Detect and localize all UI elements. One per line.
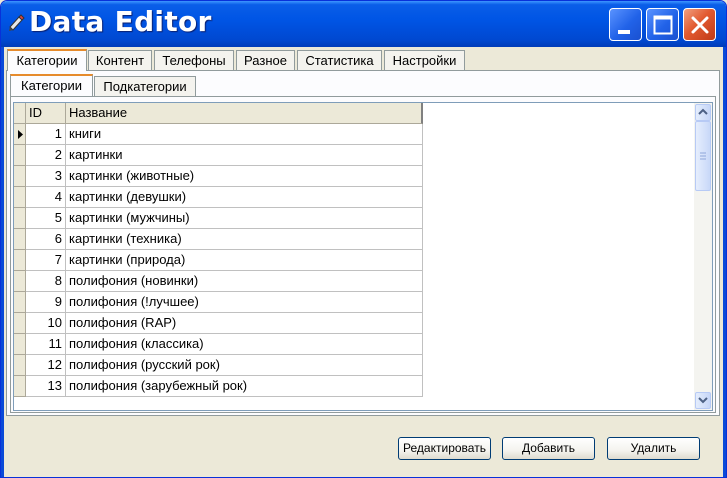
maximize-icon xyxy=(653,15,673,35)
row-selector[interactable] xyxy=(14,124,26,145)
row-selector[interactable] xyxy=(14,229,26,250)
app-icon xyxy=(9,14,25,31)
cell-id[interactable]: 12 xyxy=(26,355,66,376)
cell-id[interactable]: 6 xyxy=(26,229,66,250)
subtab-label: Категории xyxy=(21,78,82,93)
tab-categories[interactable]: Категории xyxy=(7,49,87,71)
close-icon xyxy=(691,16,709,34)
tab-label: Телефоны xyxy=(162,53,226,68)
maximize-button[interactable] xyxy=(646,8,679,41)
cell-name[interactable]: картинки (техника) xyxy=(66,229,423,250)
vertical-scrollbar[interactable] xyxy=(694,103,712,410)
table-row[interactable]: 12 полифония (русский рок) xyxy=(14,355,423,376)
current-row-icon xyxy=(18,130,23,139)
cell-id[interactable]: 2 xyxy=(26,145,66,166)
table-row[interactable]: 10 полифония (RAP) xyxy=(14,313,423,334)
cell-id[interactable]: 11 xyxy=(26,334,66,355)
cell-name[interactable]: полифония (классика) xyxy=(66,334,423,355)
categories-grid[interactable]: ID Название 1 книги 2 картинки 3 картинки (жи… xyxy=(13,102,713,411)
table-row[interactable]: 7 картинки (природа) xyxy=(14,250,423,271)
row-selector[interactable] xyxy=(14,313,26,334)
row-selector[interactable] xyxy=(14,376,26,397)
grid-body: ID Название 1 книги 2 картинки 3 картинки (жи… xyxy=(14,103,423,398)
row-selector[interactable] xyxy=(14,355,26,376)
table-row[interactable]: 5 картинки (мужчины) xyxy=(14,208,423,229)
cell-id[interactable]: 4 xyxy=(26,187,66,208)
cell-id[interactable]: 8 xyxy=(26,271,66,292)
subtab-categories[interactable]: Категории xyxy=(10,74,93,96)
table-row[interactable]: 2 картинки xyxy=(14,145,423,166)
cell-name[interactable]: книги xyxy=(66,124,423,145)
data-editor-window: Data Editor Категории Контент Телефоны Р… xyxy=(0,0,727,478)
cell-name[interactable]: полифония (!лучшее) xyxy=(66,292,423,313)
scroll-up-button[interactable] xyxy=(695,104,711,121)
table-row[interactable]: 11 полифония (классика) xyxy=(14,334,423,355)
window-title: Data Editor xyxy=(29,5,212,38)
title-bar[interactable]: Data Editor xyxy=(1,1,726,47)
row-selector[interactable] xyxy=(14,292,26,313)
cell-name[interactable]: картинки (мужчины) xyxy=(66,208,423,229)
row-selector[interactable] xyxy=(14,187,26,208)
row-selector[interactable] xyxy=(14,271,26,292)
grip-icon xyxy=(700,152,706,160)
tab-phones[interactable]: Телефоны xyxy=(154,50,234,71)
row-selector[interactable] xyxy=(14,208,26,229)
tab-label: Контент xyxy=(95,53,145,68)
cell-name[interactable]: картинки (животные) xyxy=(66,166,423,187)
table-row[interactable]: 1 книги xyxy=(14,124,423,145)
table-row[interactable]: 3 картинки (животные) xyxy=(14,166,423,187)
minimize-icon xyxy=(618,30,630,34)
scroll-down-button[interactable] xyxy=(695,392,711,409)
chevron-down-icon xyxy=(698,397,708,404)
column-header-id[interactable]: ID xyxy=(26,103,66,124)
cell-id[interactable]: 9 xyxy=(26,292,66,313)
tab-label: Статистика xyxy=(305,53,374,68)
table-row[interactable]: 13 полифония (зарубежный рок) xyxy=(14,376,423,397)
cell-id[interactable]: 10 xyxy=(26,313,66,334)
cell-name[interactable]: картинки (девушки) xyxy=(66,187,423,208)
cell-id[interactable]: 5 xyxy=(26,208,66,229)
cell-id[interactable]: 1 xyxy=(26,124,66,145)
scroll-thumb[interactable] xyxy=(695,121,711,191)
table-row[interactable]: 6 картинки (техника) xyxy=(14,229,423,250)
cell-id[interactable]: 3 xyxy=(26,166,66,187)
cell-name[interactable]: полифония (зарубежный рок) xyxy=(66,376,423,397)
window-left-border xyxy=(1,47,4,477)
table-row[interactable]: 4 картинки (девушки) xyxy=(14,187,423,208)
cell-id[interactable]: 7 xyxy=(26,250,66,271)
minimize-button[interactable] xyxy=(609,8,642,41)
row-selector[interactable] xyxy=(14,166,26,187)
cell-name[interactable]: полифония (русский рок) xyxy=(66,355,423,376)
row-header-corner xyxy=(14,103,26,124)
add-button[interactable]: Добавить xyxy=(502,437,595,460)
row-selector[interactable] xyxy=(14,145,26,166)
chevron-up-icon xyxy=(698,108,708,115)
edit-button[interactable]: Редактировать xyxy=(398,437,491,460)
tab-label: Разное xyxy=(244,53,287,68)
window-right-border xyxy=(723,47,726,477)
tab-misc[interactable]: Разное xyxy=(236,50,295,71)
subtab-subcategories[interactable]: Подкатегории xyxy=(94,76,196,97)
tab-content[interactable]: Контент xyxy=(88,50,152,71)
cell-id[interactable]: 13 xyxy=(26,376,66,397)
tab-label: Категории xyxy=(16,53,78,68)
row-selector[interactable] xyxy=(14,334,26,355)
cell-name[interactable]: картинки xyxy=(66,145,423,166)
tab-label: Настройки xyxy=(392,53,457,68)
cell-name[interactable]: картинки (природа) xyxy=(66,250,423,271)
table-row[interactable]: 9 полифония (!лучшее) xyxy=(14,292,423,313)
tab-statistics[interactable]: Статистика xyxy=(297,50,382,71)
cell-name[interactable]: полифония (новинки) xyxy=(66,271,423,292)
cell-name[interactable]: полифония (RAP) xyxy=(66,313,423,334)
tab-settings[interactable]: Настройки xyxy=(384,50,465,71)
table-row[interactable]: 8 полифония (новинки) xyxy=(14,271,423,292)
row-selector[interactable] xyxy=(14,250,26,271)
close-button[interactable] xyxy=(683,8,716,41)
delete-button[interactable]: Удалить xyxy=(607,437,700,460)
column-header-name[interactable]: Название xyxy=(66,103,423,124)
subtab-label: Подкатегории xyxy=(103,79,187,94)
